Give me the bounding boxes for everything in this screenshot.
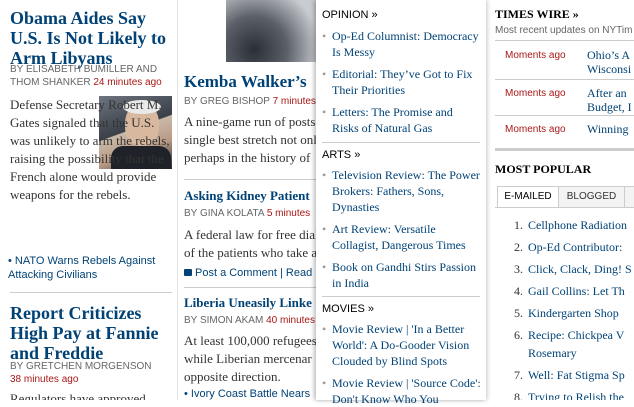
right-column: TIMES WIRE » Most recent updates on NYTi…: [495, 0, 634, 400]
byline: By GRETCHEN MORGENSON 38 minutes ago: [10, 361, 152, 385]
headline-liberia[interactable]: Liberia Uneasily Linke: [184, 295, 312, 311]
story-summary: A nine-game run of posts single best str…: [184, 114, 317, 165]
story-summary: Defense Secretary Robert M. Gates signal…: [10, 97, 170, 202]
tab-emailed[interactable]: E-MAILED: [497, 186, 559, 208]
most-popular-list: 1. Cellphone Radiation 2. Op-Ed Contributo…: [495, 216, 634, 400]
divider: [495, 115, 634, 116]
divider: [322, 296, 480, 297]
section-title-movies[interactable]: MOVIES »: [322, 303, 374, 315]
story-summary: A federal law for free dial of the patie…: [184, 227, 319, 260]
menu-item[interactable]: Movie Review | 'In a Better World': A Do…: [322, 321, 482, 369]
story-photo[interactable]: [226, 0, 320, 62]
wire-row[interactable]: Moments ago Ohio’s A Wisconsi: [495, 48, 634, 78]
headline-fannie-freddie[interactable]: Report Criticizes High Pay at Fannie and…: [10, 303, 172, 363]
popular-item-continued[interactable]: Rosemary: [495, 344, 634, 362]
menu-item[interactable]: Movie Review | 'Source Code': Don't Know…: [322, 375, 482, 407]
popular-tabs: E-MAILED BLOGGED: [495, 186, 634, 208]
menu-item[interactable]: Art Review: Versatile Collagist, Dangero…: [322, 221, 482, 253]
sections-flyout-menu: OPINION » Op-Ed Columnist: Democracy Is …: [316, 0, 486, 406]
menu-item[interactable]: Television Review: The Power Brokers: Fa…: [322, 167, 482, 215]
section-divider: [495, 148, 634, 151]
popular-item[interactable]: 7. Well: Fat Stigma Sp: [495, 366, 634, 384]
byline: By SIMON AKAM 40 minutes: [184, 315, 315, 326]
popular-item[interactable]: 4. Gail Collins: Let Th: [495, 282, 634, 300]
comment-icon: [184, 269, 192, 276]
menu-item[interactable]: Letters: The Promise and Risks of Natura…: [322, 104, 482, 136]
headline-kemba-walker[interactable]: Kemba Walker’s: [184, 72, 320, 92]
related-link[interactable]: • NATO Warns Rebels Against Attacking Ci…: [8, 254, 172, 282]
section-title-arts[interactable]: ARTS »: [322, 149, 360, 161]
movies-list: Movie Review | 'In a Better World': A Do…: [322, 321, 482, 407]
popular-item[interactable]: 5. Kindergarten Shop: [495, 304, 634, 322]
divider: [322, 142, 480, 143]
byline: By ELISABETH BUMILLER and THOM SHANKER 2…: [10, 64, 162, 88]
divider: [495, 40, 634, 41]
section-title-opinion[interactable]: OPINION »: [322, 9, 378, 21]
arts-list: Television Review: The Power Brokers: Fa…: [322, 167, 482, 291]
opinion-list: Op-Ed Columnist: Democracy Is Messy Edit…: [322, 28, 482, 136]
timestamp: 38 minutes ago: [10, 374, 79, 385]
wire-headline[interactable]: Ohio’s A Wisconsi: [587, 48, 634, 76]
tab-more[interactable]: [624, 186, 634, 208]
times-wire-subtitle: Most recent updates on NYTim: [495, 25, 633, 36]
story-summary: At least 100,000 refugees while Liberian…: [184, 333, 317, 384]
story-summary: Regulators have approved: [10, 391, 146, 400]
divider: [495, 79, 634, 80]
comment-link[interactable]: Post a Comment | Read: [184, 267, 312, 279]
timestamp: 24 minutes ago: [93, 77, 162, 88]
most-popular-title: MOST POPULAR: [495, 162, 592, 176]
menu-item[interactable]: Book on Gandhi Stirs Passion in India: [322, 259, 482, 291]
wire-headline[interactable]: Winning: [587, 122, 634, 136]
headline-kidney-patient[interactable]: Asking Kidney Patient: [184, 188, 310, 204]
related-link[interactable]: • Ivory Coast Battle Nears: [184, 388, 310, 400]
timestamp: 40 minutes: [266, 315, 315, 326]
popular-item[interactable]: 3. Click, Clack, Ding! S: [495, 260, 634, 278]
wire-time: Moments ago: [505, 124, 566, 135]
tab-blogged[interactable]: BLOGGED: [558, 186, 625, 208]
headline-obama-aides[interactable]: Obama Aides Say U.S. Is Not Likely to Ar…: [10, 8, 170, 68]
byline: By GINA KOLATA 5 minutes: [184, 208, 311, 219]
divider: [10, 292, 172, 293]
divider: [184, 287, 320, 288]
timestamp: 5 minutes: [266, 208, 311, 219]
left-column: Obama Aides Say U.S. Is Not Likely to Ar…: [0, 0, 172, 400]
wire-row[interactable]: Moments ago After an Budget, I: [495, 86, 634, 116]
popular-item[interactable]: 8. Trying to Relish the: [495, 388, 634, 400]
byline: By GREG BISHOP 7 minutes: [184, 96, 316, 107]
center-column: Kemba Walker’s By GREG BISHOP 7 minutes …: [184, 0, 320, 400]
divider: [184, 179, 320, 180]
popular-item[interactable]: 6. Recipe: Chickpea V: [495, 326, 634, 344]
column-divider: [177, 0, 178, 400]
wire-time: Moments ago: [505, 88, 566, 99]
menu-item[interactable]: Editorial: They’ve Got to Fix Their Prio…: [322, 66, 482, 98]
wire-headline[interactable]: After an Budget, I: [587, 86, 634, 114]
timestamp: 7 minutes: [272, 96, 316, 107]
popular-item[interactable]: 2. Op-Ed Contributor:: [495, 238, 634, 256]
menu-item[interactable]: Op-Ed Columnist: Democracy Is Messy: [322, 28, 482, 60]
wire-time: Moments ago: [505, 50, 566, 61]
popular-item[interactable]: 1. Cellphone Radiation: [495, 216, 634, 234]
times-wire-title[interactable]: TIMES WIRE »: [495, 7, 579, 22]
